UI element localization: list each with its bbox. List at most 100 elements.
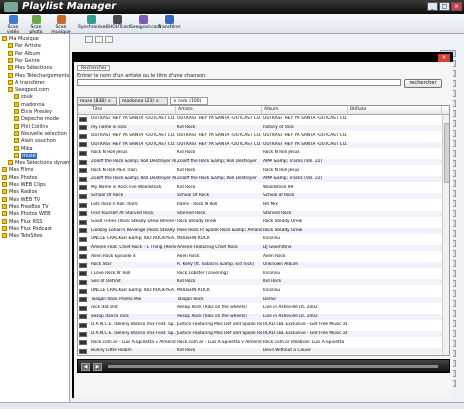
- table-row[interactable]: Zoloff the Rock &amp; Roll Destroyer AM.…: [78, 176, 442, 183]
- scrollbar-thumb[interactable]: [444, 123, 449, 183]
- column-bitrate[interactable]: BitRate: [348, 106, 442, 115]
- close-button[interactable]: ×: [451, 2, 462, 11]
- play-row-icon[interactable]: [79, 297, 87, 303]
- table-row[interactable]: Alien Rock Episode 4 Alien Rock Alien Rock: [78, 254, 442, 260]
- sidebar-item[interactable]: Mes FreeBox TV: [2, 203, 49, 211]
- table-row[interactable]: I Love Rock N' Roll Rock Lobster (coverin…: [78, 271, 442, 277]
- play-row-icon[interactable]: [79, 348, 87, 354]
- play-row-icon[interactable]: [79, 228, 87, 234]
- table-row[interactable]: UNCLE CRACKER &amp; KID ROCK-YEA... MODER…: [78, 236, 442, 242]
- play-row-icon[interactable]: [79, 279, 87, 285]
- table-row[interactable]: UNCLE CRACKER &amp; KID ROCK-YEA... MODER…: [78, 288, 442, 294]
- sidebar-item[interactable]: madonna: [14, 101, 45, 109]
- play-row-icon[interactable]: [79, 271, 87, 277]
- table-row[interactable]: Rock Star R. Kelly (ft. ludacris &amp; ki…: [78, 262, 442, 269]
- play-row-icon[interactable]: [79, 159, 87, 165]
- column-artiste[interactable]: Artiste: [176, 106, 262, 115]
- tab-muse[interactable]: muse (838) ×: [77, 97, 117, 105]
- table-row[interactable]: rock dat shit Aesop Rock (RaD on the whee…: [78, 305, 442, 311]
- table-row[interactable]: My Name is Rock live Woodstock Kid Rock Wo…: [78, 185, 442, 191]
- table-row[interactable]: my name is rock Kid Rock history of rock: [78, 124, 442, 131]
- seeqpod-button[interactable]: Seeqpod.com: [130, 15, 161, 33]
- table-row[interactable]: Son of Detroit Kid Rock Kid Rock: [78, 279, 442, 286]
- sidebar-item[interactable]: Mes Radios: [2, 189, 37, 196]
- play-row-icon[interactable]: [79, 314, 87, 320]
- previous-button[interactable]: ◀: [81, 363, 90, 371]
- sidebar-item[interactable]: A transférer: [8, 79, 45, 87]
- sidebar-item[interactable]: Mes Flux Podcast: [2, 225, 52, 233]
- play-row-icon[interactable]: [79, 236, 87, 242]
- sidebar-item[interactable]: zouk: [14, 94, 33, 101]
- table-row[interactable]: Lindsay Lohan's Revenge (Rock Steady ...…: [78, 227, 442, 234]
- sidebar-item[interactable]: Mes TeleSites: [2, 233, 43, 240]
- play-row-icon[interactable]: [79, 116, 87, 122]
- search-button[interactable]: rechercher: [404, 79, 442, 88]
- sidebar-item[interactable]: Mes Films: [2, 167, 33, 174]
- play-row-icon[interactable]: [79, 331, 87, 337]
- shoutcast-button[interactable]: SHOUTcast: [106, 15, 130, 33]
- play-row-icon[interactable]: [79, 305, 87, 311]
- sidebar-item[interactable]: Mes Flux RSS: [2, 218, 42, 226]
- sidebar-item[interactable]: Mes WEB TV: [2, 196, 40, 204]
- table-row[interactable]: Lets Rock'n Roll :Ram: Rams - Rock N Roll…: [78, 202, 442, 208]
- table-row[interactable]: D.A.N.C.E. (Benny Blanco mix Feat. Sp...…: [78, 331, 442, 337]
- sidebar-item[interactable]: Depeche mode: [14, 116, 59, 123]
- tab-madonna[interactable]: madonna (23) ×: [119, 97, 168, 105]
- sidebar-item[interactable]: Phil Collins: [14, 123, 48, 131]
- sidebar-item[interactable]: Alain souchon: [14, 138, 56, 145]
- table-row[interactable]: D.A.N.C.E. (Benny Blanco mix Feat. Sp...…: [78, 322, 442, 328]
- sync-button[interactable]: Synchroniser: [78, 15, 107, 33]
- play-row-icon[interactable]: [79, 219, 87, 225]
- table-row[interactable]: Rock N Roll Pain Train Kid Rock Rock N Rol…: [78, 168, 442, 174]
- sidebar-item[interactable]: Mes Photos WEB: [2, 211, 51, 218]
- play-icon[interactable]: [85, 36, 93, 43]
- play-row-icon[interactable]: [79, 133, 87, 139]
- sidebar-item[interactable]: Seeqpod.com: [8, 87, 49, 94]
- stop-icon[interactable]: [95, 36, 103, 43]
- play-row-icon[interactable]: [79, 254, 87, 260]
- play-button[interactable]: ▶: [93, 363, 102, 371]
- column-album[interactable]: Album: [262, 106, 348, 115]
- scan-photo-button[interactable]: Scan photo: [25, 15, 47, 35]
- table-row[interactable]: Rock N Roll Jesus Kid Rock Rock N Roll Jes…: [78, 150, 442, 156]
- sidebar-item[interactable]: Par Artiste: [8, 43, 41, 50]
- play-row-icon[interactable]: [79, 176, 87, 182]
- play-row-icon[interactable]: [79, 288, 87, 294]
- sidebar-item[interactable]: Par Genre: [8, 57, 40, 65]
- play-row-icon[interactable]: [79, 150, 87, 156]
- dialog-close-button[interactable]: ×: [438, 54, 450, 62]
- sidebar-item[interactable]: Mes Sélections: [8, 65, 52, 72]
- table-row[interactable]: Bunny Little Realm Kid Rock Devil Without …: [78, 348, 442, 355]
- table-row[interactable]: Find Yourself At Starved Rock Starved Roc…: [78, 210, 442, 217]
- table-row[interactable]: Zoloff the Rock &amp; Roll Destroyer AM.…: [78, 159, 442, 165]
- table-row[interactable]: aesop dance rock Aesop Rock (RaD on the w…: [78, 313, 442, 320]
- minimize-button[interactable]: _: [427, 2, 438, 11]
- table-row[interactable]: OUTKAST HEY YA SANTA -OUTCAST CO... OUTKA…: [78, 133, 442, 139]
- sidebar-item[interactable]: Mes Photos: [2, 174, 37, 182]
- table-row[interactable]: OUTKAST HEY YA SANTA -OUTCAST CO... OUTKA…: [78, 116, 442, 122]
- play-row-icon[interactable]: [79, 193, 87, 199]
- sidebar-item[interactable]: Par Album: [8, 50, 41, 58]
- maximize-button[interactable]: □: [439, 2, 450, 11]
- play-row-icon[interactable]: [79, 125, 87, 131]
- sidebar-item[interactable]: Elvis Presley: [14, 109, 52, 116]
- table-row[interactable]: Amene Feat. Chief Rock - 1 Thing (Remix)…: [78, 245, 442, 251]
- scan-music-button[interactable]: Scan musique: [48, 15, 74, 35]
- play-row-icon[interactable]: [79, 211, 87, 217]
- list-icon[interactable]: [105, 36, 113, 43]
- search-input[interactable]: [77, 79, 401, 86]
- play-row-icon[interactable]: [79, 185, 87, 191]
- play-row-icon[interactable]: [79, 202, 87, 208]
- play-row-icon[interactable]: [79, 262, 87, 268]
- sidebar-item[interactable]: Ma Musique: [2, 36, 39, 43]
- table-scrollbar[interactable]: [442, 115, 449, 355]
- table-row[interactable]: School Of Rock School Of Rock School of Ro…: [78, 193, 442, 200]
- play-row-icon[interactable]: [79, 340, 87, 346]
- sidebar-item[interactable]: Nouvelle sélection: [14, 130, 67, 138]
- sidebar-item[interactable]: Mika: [14, 145, 33, 153]
- play-row-icon[interactable]: [79, 322, 87, 328]
- play-row-icon[interactable]: [79, 245, 87, 251]
- sidebar-item[interactable]: Mes WEB Clips: [2, 182, 46, 189]
- sidebar-item[interactable]: Mes Téléchargements: [8, 72, 69, 80]
- table-row[interactable]: OUTKAST HEY YA SANTA -OUTCAST CO... OUTKA…: [78, 141, 442, 148]
